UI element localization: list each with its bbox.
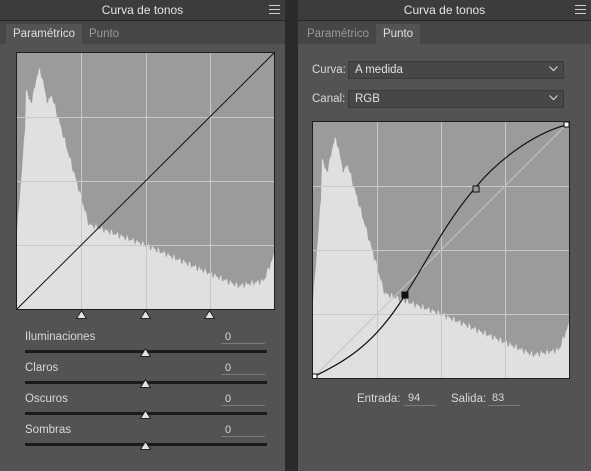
- lights-value-field[interactable]: 0: [221, 361, 265, 375]
- tab-bar: Paramétrico Punto: [0, 21, 285, 44]
- panel-title-bar: Curva de tonos: [0, 0, 285, 21]
- output-value-field[interactable]: 83: [488, 391, 520, 406]
- shadows-value-field[interactable]: 0: [221, 423, 265, 437]
- tab-parametric[interactable]: Paramétrico: [300, 24, 376, 44]
- region-split-handle-1[interactable]: [76, 310, 87, 319]
- curve-point-selected[interactable]: [401, 291, 409, 299]
- highlights-label: Iluminaciones: [25, 331, 96, 343]
- panel-title-bar: Curva de tonos: [298, 0, 591, 21]
- lights-label: Claros: [25, 362, 59, 374]
- shadows-slider-thumb[interactable]: [139, 440, 152, 450]
- tone-curve-graph[interactable]: [312, 121, 570, 379]
- input-value-field[interactable]: 94: [404, 391, 436, 406]
- chevron-down-icon: [549, 66, 558, 72]
- tab-parametric[interactable]: Paramétrico: [6, 24, 82, 44]
- tone-curve-canvas[interactable]: [313, 122, 569, 378]
- darks-label: Oscuros: [25, 393, 68, 405]
- curve-preset-value: A medida: [355, 64, 403, 76]
- curve-point-mid[interactable]: [472, 185, 480, 193]
- darks-slider-thumb[interactable]: [139, 409, 152, 419]
- channel-select[interactable]: RGB: [348, 90, 564, 108]
- panel-title: Curva de tonos: [403, 3, 486, 17]
- output-label: Salida:: [451, 393, 487, 405]
- chevron-down-icon: [549, 95, 558, 101]
- lights-slider-thumb[interactable]: [139, 378, 152, 388]
- panel-menu-icon[interactable]: [269, 5, 280, 14]
- highlights-slider-thumb[interactable]: [139, 347, 152, 357]
- curve-preset-select[interactable]: A medida: [348, 61, 564, 79]
- region-split-handle-3[interactable]: [204, 310, 215, 319]
- tone-curve-canvas[interactable]: [17, 53, 274, 309]
- tone-curve-panel-parametric: Curva de tonos Paramétrico Punto Ilumina…: [0, 0, 285, 471]
- tab-bar: Paramétrico Punto: [298, 21, 591, 44]
- tab-point[interactable]: Punto: [376, 24, 421, 44]
- channel-value: RGB: [355, 93, 380, 105]
- panel-title: Curva de tonos: [101, 3, 184, 17]
- tone-curve-panel-point: Curva de tonos Paramétrico Punto Curva: …: [298, 0, 591, 471]
- tab-point[interactable]: Punto: [82, 24, 126, 44]
- curve-point-black[interactable]: [313, 373, 318, 378]
- darks-value-field[interactable]: 0: [221, 392, 265, 406]
- curve-point-white[interactable]: [563, 122, 569, 128]
- tone-curve-graph[interactable]: [16, 52, 275, 310]
- channel-label: Canal:: [312, 93, 346, 105]
- shadows-label: Sombras: [25, 424, 72, 436]
- curve-label: Curva:: [312, 64, 346, 76]
- input-label: Entrada:: [357, 393, 401, 405]
- panel-menu-icon[interactable]: [575, 5, 586, 14]
- highlights-value-field[interactable]: 0: [221, 330, 265, 344]
- region-split-handle-2[interactable]: [140, 310, 151, 319]
